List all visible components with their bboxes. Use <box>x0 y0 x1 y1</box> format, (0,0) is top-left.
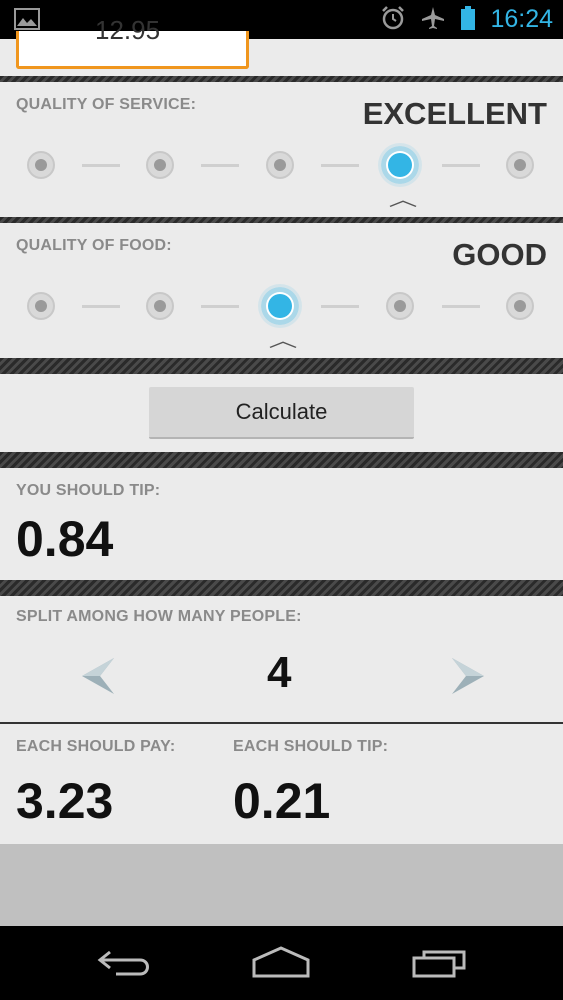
people-count: 4 <box>267 648 292 697</box>
food-panel: QUALITY OF FOOD: GOOD ︿ <box>0 223 563 358</box>
service-level-4[interactable] <box>378 143 422 187</box>
tip-value: 0.84 <box>16 511 114 567</box>
tip-label: YOU SHOULD TIP: <box>16 482 161 499</box>
battery-icon <box>460 5 476 35</box>
clock: 16:24 <box>490 5 553 33</box>
each-pay-label: EACH SHOULD PAY: <box>16 738 176 755</box>
divider <box>0 358 563 374</box>
slider-track <box>321 305 359 308</box>
selection-caret-icon: ︿ <box>268 331 298 352</box>
navigation-bar <box>0 926 563 1000</box>
service-rating-slider[interactable]: ︿ <box>0 134 563 211</box>
app-screen: 16:24 12.95 QUALITY OF SERVICE: EXCELLEN… <box>0 0 563 1000</box>
increase-people-button[interactable] <box>446 654 490 698</box>
slider-track <box>201 305 239 308</box>
service-label: QUALITY OF SERVICE: <box>16 96 197 113</box>
food-level-2[interactable] <box>146 292 174 320</box>
back-icon[interactable] <box>96 944 156 984</box>
food-rating: GOOD <box>452 237 547 272</box>
empty-area <box>0 844 563 926</box>
bill-panel: 12.95 <box>0 15 563 76</box>
slider-track <box>442 164 480 167</box>
divider <box>0 452 563 468</box>
food-level-3[interactable] <box>258 284 302 328</box>
each-tip-label: EACH SHOULD TIP: <box>233 738 389 755</box>
service-level-2[interactable] <box>146 151 174 179</box>
service-level-5[interactable] <box>506 151 534 179</box>
calculate-button[interactable]: Calculate <box>149 387 414 439</box>
slider-track <box>321 164 359 167</box>
each-tip-value: 0.21 <box>233 773 331 829</box>
food-level-4[interactable] <box>386 292 414 320</box>
divider <box>0 580 563 596</box>
chevron-left-icon <box>82 658 114 694</box>
service-panel: QUALITY OF SERVICE: EXCELLENT ︿ <box>0 82 563 217</box>
each-pay-value: 3.23 <box>16 773 114 829</box>
recent-apps-icon[interactable] <box>410 944 470 984</box>
home-icon[interactable] <box>250 944 312 984</box>
airplane-mode-icon <box>420 5 446 35</box>
alarm-icon <box>380 5 406 35</box>
slider-track <box>82 305 120 308</box>
food-rating-slider[interactable]: ︿ <box>0 275 563 352</box>
split-panel: SPLIT AMONG HOW MANY PEOPLE: 4 <box>0 596 563 722</box>
bill-amount-input[interactable]: 12.95 <box>16 15 249 69</box>
slider-track <box>201 164 239 167</box>
slider-track <box>442 305 480 308</box>
tip-panel: YOU SHOULD TIP: 0.84 <box>0 468 563 580</box>
decrease-people-button[interactable] <box>76 654 120 698</box>
selection-caret-icon: ︿ <box>388 190 418 211</box>
service-level-3[interactable] <box>266 151 294 179</box>
food-level-5[interactable] <box>506 292 534 320</box>
food-level-1[interactable] <box>27 292 55 320</box>
each-panel: EACH SHOULD PAY: 3.23 EACH SHOULD TIP: 0… <box>0 724 563 844</box>
service-level-1[interactable] <box>27 151 55 179</box>
split-label: SPLIT AMONG HOW MANY PEOPLE: <box>16 608 302 625</box>
chevron-right-icon <box>452 658 484 694</box>
food-label: QUALITY OF FOOD: <box>16 237 172 254</box>
service-rating: EXCELLENT <box>362 96 547 131</box>
slider-track <box>82 164 120 167</box>
